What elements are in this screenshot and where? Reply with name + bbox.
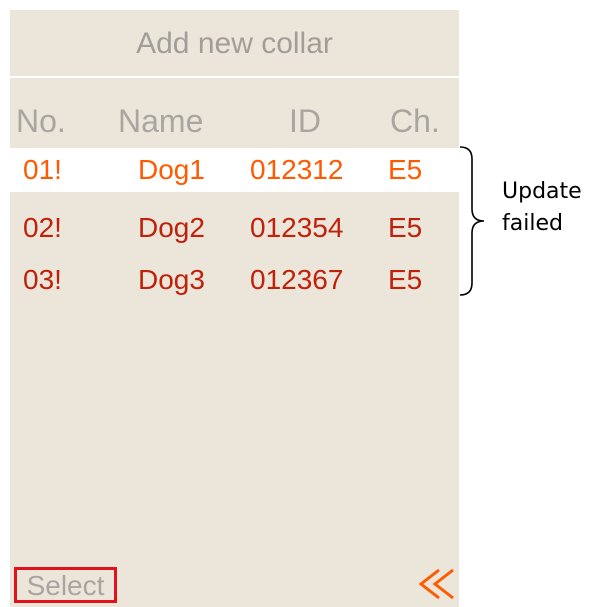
row-channel: E5 xyxy=(388,154,423,185)
row-name: Dog1 xyxy=(138,154,205,185)
row-no: 03! xyxy=(23,264,62,295)
row-id: 012354 xyxy=(250,212,344,243)
curly-bracket-icon xyxy=(459,146,485,296)
row-channel: E5 xyxy=(388,264,423,295)
header-name: Name xyxy=(118,103,204,139)
collar-row-3[interactable]: 03! Dog3 012367 E5 xyxy=(10,258,459,302)
row-name: Dog2 xyxy=(138,212,205,243)
select-button[interactable]: Select xyxy=(14,567,117,603)
row-channel: E5 xyxy=(388,212,423,243)
annotation-line-2: failed xyxy=(502,211,563,236)
row-no: 02! xyxy=(23,212,62,243)
row-name: Dog3 xyxy=(138,264,205,295)
row-id: 012367 xyxy=(250,264,344,295)
header-id: ID xyxy=(289,103,321,139)
annotation-line-1: Update xyxy=(502,179,582,204)
page-title: Add new collar xyxy=(136,26,333,60)
header-no: No. xyxy=(16,103,66,139)
row-no: 01! xyxy=(23,154,62,185)
device-screen: Add new collar No. Name ID Ch. 01! Dog1 … xyxy=(10,10,459,607)
header-ch: Ch. xyxy=(390,103,440,139)
collar-row-2[interactable]: 02! Dog2 012354 E5 xyxy=(10,206,459,250)
row-id: 012312 xyxy=(250,154,344,185)
double-chevron-left-icon[interactable] xyxy=(417,566,457,602)
table-header: No. Name ID Ch. xyxy=(10,103,459,143)
update-failed-annotation: Update failed xyxy=(502,176,582,240)
title-divider xyxy=(10,76,459,78)
collar-row-1[interactable]: 01! Dog1 012312 E5 xyxy=(10,148,459,192)
